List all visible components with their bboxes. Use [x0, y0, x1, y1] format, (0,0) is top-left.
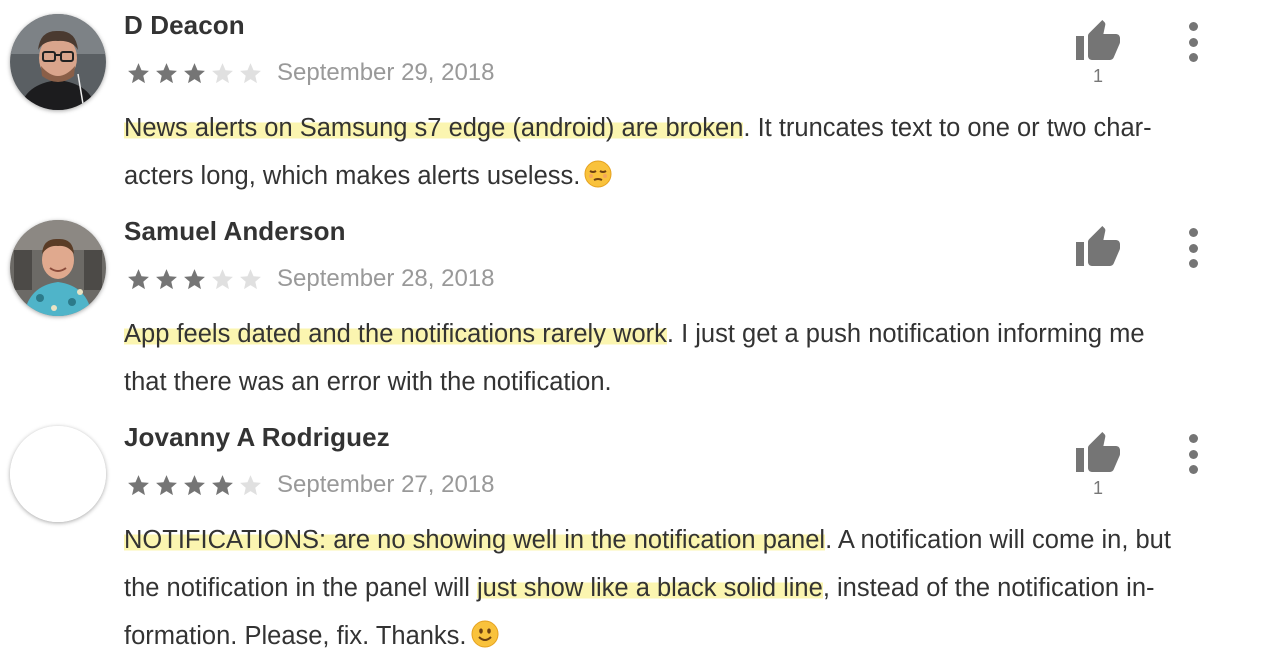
- review-line: News alerts on Samsung s7 edge (android)…: [124, 104, 1256, 152]
- rating-row: September 27, 2018: [126, 471, 495, 498]
- avatar[interactable]: [10, 220, 106, 316]
- review-line: NOTIFICATIONS: are no showing well in th…: [124, 516, 1256, 564]
- star-icon: [128, 62, 149, 83]
- review-text: NOTIFICATIONS: are no showing well in th…: [124, 516, 1256, 660]
- reviewer-name: D Deacon: [124, 10, 245, 40]
- review-text-segment: that there was an error with the notific…: [124, 368, 612, 396]
- star-rating: [126, 61, 263, 86]
- review-date: September 27, 2018: [277, 471, 495, 498]
- star-rating: [126, 267, 263, 292]
- star-icon: [156, 62, 177, 83]
- more-vert-icon[interactable]: [1178, 20, 1208, 64]
- thumbs-up-icon[interactable]: [1074, 430, 1122, 478]
- star-icon: [212, 268, 233, 289]
- like-count: 1: [1092, 66, 1103, 86]
- star-icon: [212, 474, 233, 495]
- highlighted-text: News alerts on Samsung s7 edge (android)…: [124, 114, 744, 142]
- star-icon: [184, 62, 205, 83]
- highlighted-text: just show like a black solid line: [476, 574, 823, 602]
- thumbs-up-icon[interactable]: [1074, 224, 1122, 272]
- star-icon: [156, 474, 177, 495]
- star-icon: [240, 62, 261, 83]
- review-text: App feels dated and the notifications ra…: [124, 310, 1256, 406]
- review-text-segment: . It truncates text to one or two char-: [743, 114, 1152, 142]
- review-text: News alerts on Samsung s7 edge (android)…: [124, 104, 1256, 200]
- review-text-segment: . A notification will come in, but: [825, 526, 1171, 554]
- star-icon: [128, 474, 149, 495]
- star-icon: [184, 268, 205, 289]
- highlighted-text: App feels dated and the notifications ra…: [124, 320, 667, 348]
- review-line: that there was an error with the notific…: [124, 358, 1256, 406]
- review-text-segment: formation. Please, fix. Thanks.: [124, 622, 467, 650]
- more-vert-icon[interactable]: [1178, 226, 1208, 270]
- like-count: 1: [1092, 478, 1103, 498]
- star-icon: [184, 474, 205, 495]
- avatar[interactable]: [10, 426, 106, 522]
- review-text-segment: acters long, which makes alerts useless.: [124, 162, 581, 190]
- slightly-smiling-face-icon: [471, 616, 499, 648]
- review-line: acters long, which makes alerts useless.: [124, 152, 1256, 200]
- more-vert-icon[interactable]: [1178, 432, 1208, 476]
- rating-row: September 28, 2018: [126, 265, 495, 292]
- review-date: September 28, 2018: [277, 265, 495, 292]
- star-icon: [212, 62, 233, 83]
- thumbs-up-icon[interactable]: [1074, 18, 1122, 66]
- rating-row: September 29, 2018: [126, 59, 495, 86]
- star-icon: [128, 268, 149, 289]
- review-line: App feels dated and the notifications ra…: [124, 310, 1256, 358]
- review-text-segment: , instead of the notification in-: [822, 574, 1155, 602]
- review-text-segment: the notification in the panel will: [124, 574, 477, 602]
- star-icon: [240, 268, 261, 289]
- review-date: September 29, 2018: [277, 59, 495, 86]
- reviewer-name: Samuel Anderson: [124, 216, 346, 246]
- star-rating: [126, 473, 263, 498]
- unamused-face-icon: [584, 156, 612, 188]
- star-icon: [156, 268, 177, 289]
- review-text-segment: . I just get a push notification informi…: [666, 320, 1145, 348]
- reviewer-name: Jovanny A Rodriguez: [124, 422, 390, 452]
- review-line: formation. Please, fix. Thanks.: [124, 612, 1256, 660]
- highlighted-text: NOTIFICATIONS: are no showing well in th…: [124, 526, 826, 554]
- avatar[interactable]: [10, 14, 106, 110]
- star-icon: [240, 474, 261, 495]
- review-line: the notification in the panel will just …: [124, 564, 1256, 612]
